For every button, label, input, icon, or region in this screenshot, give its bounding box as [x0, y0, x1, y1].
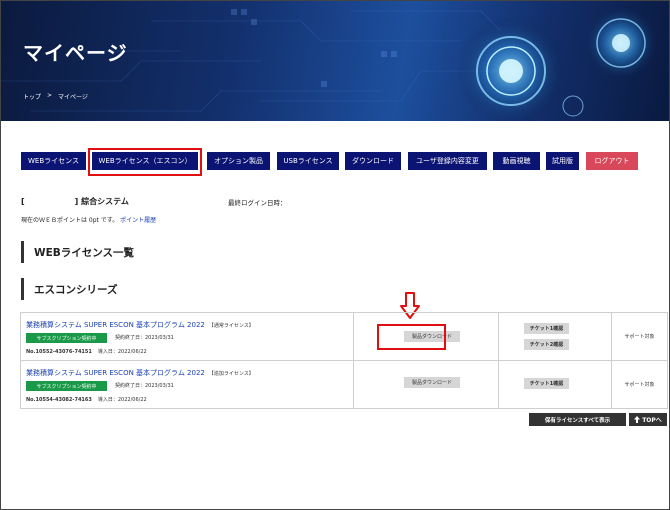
- ticket-2-button[interactable]: チケット2確認: [524, 339, 569, 350]
- product-name: 業務積算システム SUPER ESCON 基本プログラム 2022 【通常ライセン…: [26, 320, 254, 330]
- breadcrumb-separator: >: [47, 92, 53, 99]
- system-name-open: [: [21, 197, 25, 206]
- back-to-top-label: TOPへ: [642, 417, 662, 424]
- nav-user-settings-button[interactable]: ユーザ登録内容変更: [408, 152, 487, 170]
- contract-end-date: 契約終了日：2023/03/31: [115, 383, 174, 389]
- license-type-tag: 【追加ライセンス】: [208, 371, 254, 377]
- support-status: サポート対象: [624, 382, 655, 388]
- nav-option-products-button[interactable]: オプション製品: [207, 152, 270, 170]
- breadcrumb-current: マイページ: [58, 94, 88, 101]
- ticket-1-button[interactable]: チケット1確認: [524, 323, 569, 334]
- product-name-link[interactable]: 業務積算システム SUPER ESCON 基本プログラム 2022: [26, 321, 205, 329]
- last-login-label: 最終ログイン日時：: [228, 199, 287, 207]
- points-info: 現在のＷＥＢポイントは 0pt です。 ポイント履歴: [21, 215, 156, 224]
- logout-button[interactable]: ログアウト: [586, 152, 638, 170]
- support-cell: サポート対象: [612, 313, 667, 360]
- system-name: [ ] 綜合システム: [21, 196, 129, 207]
- points-text: 現在のＷＥＢポイントは 0pt です。: [21, 217, 119, 224]
- install-date: 導入日：2022/06/22: [97, 349, 147, 355]
- escon-series-heading: エスコンシリーズ: [21, 278, 117, 300]
- license-type-tag: 【通常ライセンス】: [208, 323, 254, 329]
- support-status: サポート対象: [624, 334, 655, 340]
- breadcrumb-home[interactable]: トップ: [23, 92, 41, 101]
- product-name-link[interactable]: 業務積算システム SUPER ESCON 基本プログラム 2022: [26, 369, 205, 377]
- support-cell: サポート対象: [612, 361, 667, 409]
- nav-video-button[interactable]: 動画視聴: [493, 152, 540, 170]
- subscription-badge: サブスクリプション契約中: [26, 333, 107, 343]
- download-highlight-annotation: [377, 324, 446, 350]
- license-number-value: No.10554-43082-74163: [26, 397, 92, 403]
- nav-usb-license-button[interactable]: USBライセンス: [277, 152, 339, 170]
- points-history-link[interactable]: ポイント履歴: [120, 217, 156, 224]
- license-table: 業務積算システム SUPER ESCON 基本プログラム 2022 【通常ライセン…: [20, 312, 668, 409]
- download-cell: 製品ダウンロード: [354, 361, 499, 409]
- license-number: No.10552-43076-74151 導入日：2022/06/22: [26, 348, 147, 355]
- subscription-badge: サブスクリプション契約中: [26, 381, 107, 391]
- license-number: No.10554-43082-74163 導入日：2022/06/22: [26, 396, 147, 403]
- nav-trial-button[interactable]: 試用版: [546, 152, 579, 170]
- nav-download-button[interactable]: ダウンロード: [345, 152, 401, 170]
- license-number-value: No.10552-43076-74151: [26, 349, 92, 355]
- install-date: 導入日：2022/06/22: [97, 397, 147, 403]
- system-name-label: ] 綜合システム: [74, 197, 129, 206]
- ticket-cell: チケット1確認 チケット2確認: [499, 313, 612, 360]
- show-all-licenses-button[interactable]: 保有ライセンスすべて表示: [529, 413, 626, 426]
- table-row: 業務積算システム SUPER ESCON 基本プログラム 2022 【追加ライセン…: [21, 361, 667, 409]
- product-name: 業務積算システム SUPER ESCON 基本プログラム 2022 【追加ライセン…: [26, 368, 254, 378]
- hero-banner: マイページ トップ > マイページ: [1, 1, 669, 121]
- license-info-cell: 業務積算システム SUPER ESCON 基本プログラム 2022 【追加ライセン…: [21, 361, 354, 409]
- license-info-cell: 業務積算システム SUPER ESCON 基本プログラム 2022 【通常ライセン…: [21, 313, 354, 360]
- nav-web-license-button[interactable]: WEBライセンス: [21, 152, 86, 170]
- page-title: マイページ: [23, 41, 128, 65]
- table-row: 業務積算システム SUPER ESCON 基本プログラム 2022 【通常ライセン…: [21, 313, 667, 361]
- contract-end-date: 契約終了日：2023/03/31: [115, 335, 174, 341]
- breadcrumb: トップ > マイページ: [23, 92, 88, 101]
- ticket-1-button[interactable]: チケット1確認: [524, 378, 569, 389]
- nav-highlight-annotation: [88, 148, 202, 176]
- web-license-list-heading: WEBライセンス一覧: [21, 241, 134, 263]
- product-download-button[interactable]: 製品ダウンロード: [404, 377, 460, 388]
- arrow-up-icon: [634, 416, 641, 423]
- back-to-top-button[interactable]: TOPへ: [629, 413, 667, 426]
- ticket-cell: チケット1確認: [499, 361, 612, 409]
